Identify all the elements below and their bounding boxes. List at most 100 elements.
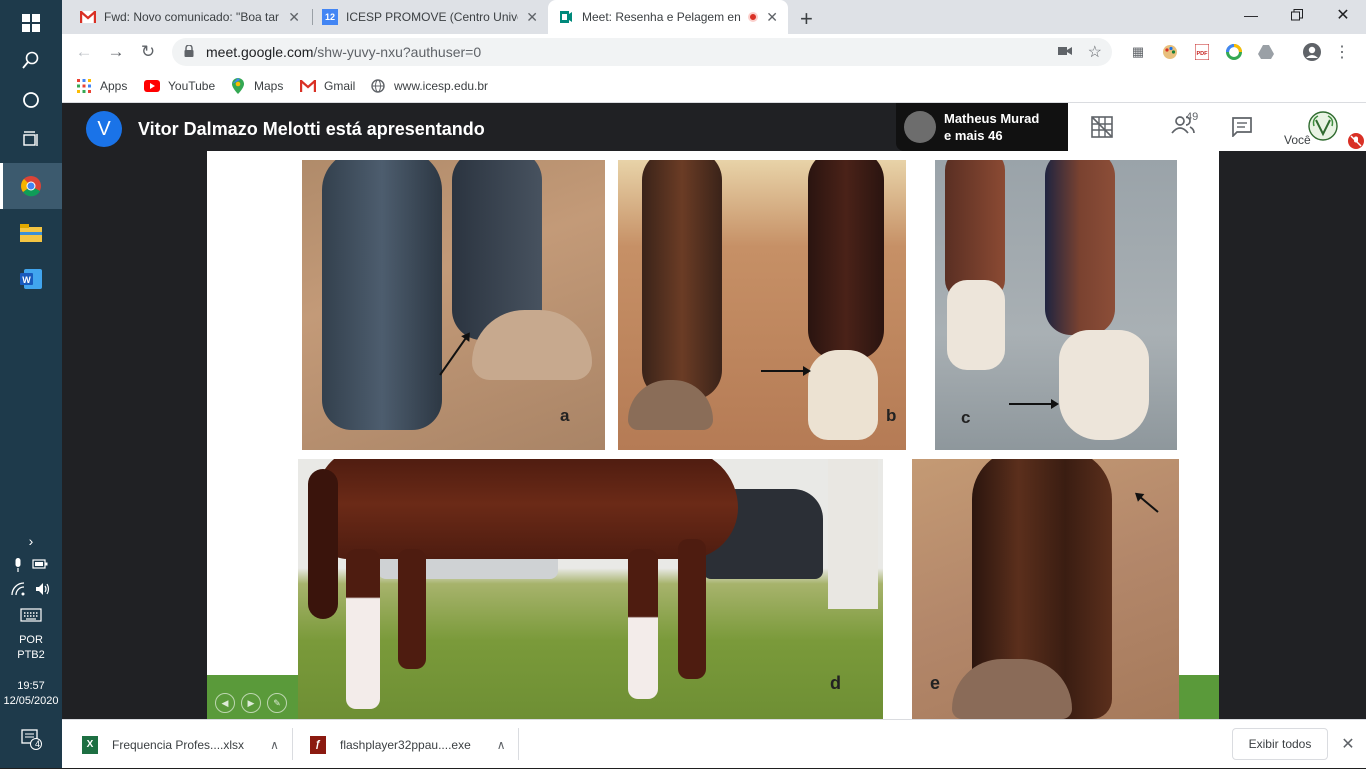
extension-palette-icon[interactable] xyxy=(1160,42,1180,62)
restore-icon[interactable] xyxy=(1274,0,1320,30)
arrow-marker xyxy=(761,366,811,376)
battery-icon[interactable] xyxy=(32,558,48,575)
download-filename: Frequencia Profes....xlsx xyxy=(112,737,245,752)
tab-meet[interactable]: Meet: Resenha e Pelagem en ✕ xyxy=(548,0,788,34)
gmail-icon xyxy=(80,9,96,25)
close-tab-icon[interactable]: ✕ xyxy=(526,9,538,26)
meet-stage: V Vitor Dalmazo Melotti está apresentand… xyxy=(62,103,1366,719)
arrow-marker xyxy=(439,335,469,376)
bookmark-label: www.icesp.edu.br xyxy=(394,79,489,93)
bookmark-icesp[interactable]: www.icesp.edu.br xyxy=(370,76,488,96)
bookmark-label: Maps xyxy=(254,79,284,93)
globe-icon xyxy=(370,78,386,94)
microphone-icon[interactable] xyxy=(14,558,22,575)
show-more-chevron-icon[interactable]: › xyxy=(0,533,62,549)
close-tab-icon[interactable]: ✕ xyxy=(288,9,300,26)
close-tab-icon[interactable]: ✕ xyxy=(766,9,778,26)
wifi-icon[interactable] xyxy=(11,582,25,599)
chrome-icon[interactable] xyxy=(0,163,62,209)
tab-gmail[interactable]: Fwd: Novo comunicado: "Boa tar ✕ xyxy=(70,0,310,34)
new-tab-button[interactable]: + xyxy=(800,6,813,32)
extension-pdf-icon[interactable]: PDF xyxy=(1192,42,1212,62)
extension-drive-icon[interactable] xyxy=(1256,42,1276,62)
back-icon[interactable]: ← xyxy=(70,38,98,66)
meet-icon xyxy=(558,9,574,25)
recording-icon xyxy=(748,12,759,22)
reload-icon[interactable]: ↻ xyxy=(134,38,162,66)
bookmark-label: Gmail xyxy=(324,79,356,93)
volume-icon[interactable] xyxy=(35,582,51,599)
language-layout: PTB2 xyxy=(17,649,45,661)
photo-b-hoof: b xyxy=(618,160,906,450)
chevron-up-icon[interactable]: ∧ xyxy=(270,738,279,752)
tab-icesp-promove[interactable]: 12 ICESP PROMOVE (Centro Univers ✕ xyxy=(312,0,548,34)
self-avatar-logo[interactable] xyxy=(1308,111,1338,146)
bookmark-apps[interactable]: Apps xyxy=(76,76,127,96)
bookmark-youtube[interactable]: YouTube xyxy=(144,76,215,96)
keyboard-icon[interactable] xyxy=(0,608,62,625)
participants-button[interactable]: 49 xyxy=(1158,111,1208,139)
leg-shape xyxy=(642,160,722,400)
white-sock-shape xyxy=(947,280,1005,370)
clock-time: 19:57 xyxy=(17,680,45,692)
browser-toolbar: ← → ↻ meet.google.com/shw-yuvy-nxu?authu… xyxy=(62,34,1366,70)
notifications-count: 4 xyxy=(35,739,41,749)
profile-icon[interactable] xyxy=(1302,42,1322,62)
next-slide-icon[interactable]: ▶ xyxy=(241,693,261,713)
photo-a-hoof: a xyxy=(302,160,605,450)
horse-leg-shape xyxy=(678,539,706,679)
address-bar[interactable]: meet.google.com/shw-yuvy-nxu?authuser=0 … xyxy=(172,38,1112,66)
photo-label: c xyxy=(961,408,971,427)
muted-mic-icon xyxy=(1348,133,1364,154)
apps-grid-icon xyxy=(76,78,92,94)
close-window-icon[interactable]: ✕ xyxy=(1320,0,1366,30)
horse-leg-shape xyxy=(398,549,426,669)
lock-icon[interactable] xyxy=(184,44,194,60)
camera-icon[interactable] xyxy=(1058,44,1072,60)
white-sock-shape xyxy=(808,350,878,440)
file-explorer-icon[interactable] xyxy=(0,210,62,256)
clock[interactable]: 19:57 12/05/2020 xyxy=(0,680,62,707)
gmail-icon xyxy=(300,78,316,94)
tray-icons-row-2 xyxy=(0,582,62,599)
show-all-downloads-button[interactable]: Exibir todos xyxy=(1232,728,1328,760)
bookmark-gmail[interactable]: Gmail xyxy=(300,76,355,96)
extension-chrome-ring-icon[interactable] xyxy=(1224,42,1244,62)
menu-kebab-icon[interactable]: ⋮ xyxy=(1332,42,1352,62)
extension-grid-icon[interactable]: ▦ xyxy=(1128,42,1148,62)
leg-shape xyxy=(1045,160,1115,335)
close-downloads-icon[interactable]: ✕ xyxy=(1338,734,1358,754)
chevron-up-icon[interactable]: ∧ xyxy=(497,738,506,752)
participant-card[interactable]: Matheus Murad e mais 46 xyxy=(896,103,1068,151)
participant-count: 49 xyxy=(1186,111,1199,123)
bookmark-maps[interactable]: Maps xyxy=(230,76,283,96)
forward-icon[interactable]: → xyxy=(102,38,130,66)
previous-slide-icon[interactable]: ◀ xyxy=(215,693,235,713)
photo-label: d xyxy=(830,673,841,693)
notifications-icon[interactable]: 4 xyxy=(0,728,62,753)
presentation-slide: a b c d e ◀ ▶ ✎ xyxy=(207,151,1219,719)
photo-d-horse: d xyxy=(298,459,883,719)
language-indicator[interactable]: POR PTB2 xyxy=(0,634,62,661)
presenter-banner: V Vitor Dalmazo Melotti está apresentand… xyxy=(86,111,485,147)
tab-title: Fwd: Novo comunicado: "Boa tar xyxy=(104,10,280,24)
calendar-icon: 12 xyxy=(322,9,338,25)
pen-icon[interactable]: ✎ xyxy=(267,693,287,713)
word-icon[interactable]: W xyxy=(0,256,62,302)
browser-window: Fwd: Novo comunicado: "Boa tar ✕ 12 ICES… xyxy=(62,0,1366,103)
youtube-icon xyxy=(144,78,160,94)
task-view-icon[interactable] xyxy=(0,117,62,163)
download-item-exe[interactable]: ƒ flashplayer32ppau....exe ∧ xyxy=(310,720,506,769)
windows-taskbar: W › POR PTB2 19:57 12/05/2020 4 xyxy=(0,0,62,768)
language-code: POR xyxy=(19,634,43,646)
bookmarks-bar: Apps YouTube Maps Gmail www.icesp.edu.br xyxy=(62,70,1366,103)
url-path: /shw-yuvy-nxu?authuser=0 xyxy=(313,44,482,60)
download-item-xlsx[interactable]: X Frequencia Profes....xlsx ∧ xyxy=(82,720,279,769)
bookmark-star-icon[interactable]: ☆ xyxy=(1088,42,1102,62)
clock-date: 12/05/2020 xyxy=(3,695,59,707)
minimize-icon[interactable]: — xyxy=(1228,0,1274,30)
layout-grid-icon[interactable] xyxy=(1088,115,1116,139)
chat-icon[interactable] xyxy=(1228,115,1256,139)
horse-leg-shape xyxy=(346,549,380,709)
download-separator xyxy=(518,728,519,760)
